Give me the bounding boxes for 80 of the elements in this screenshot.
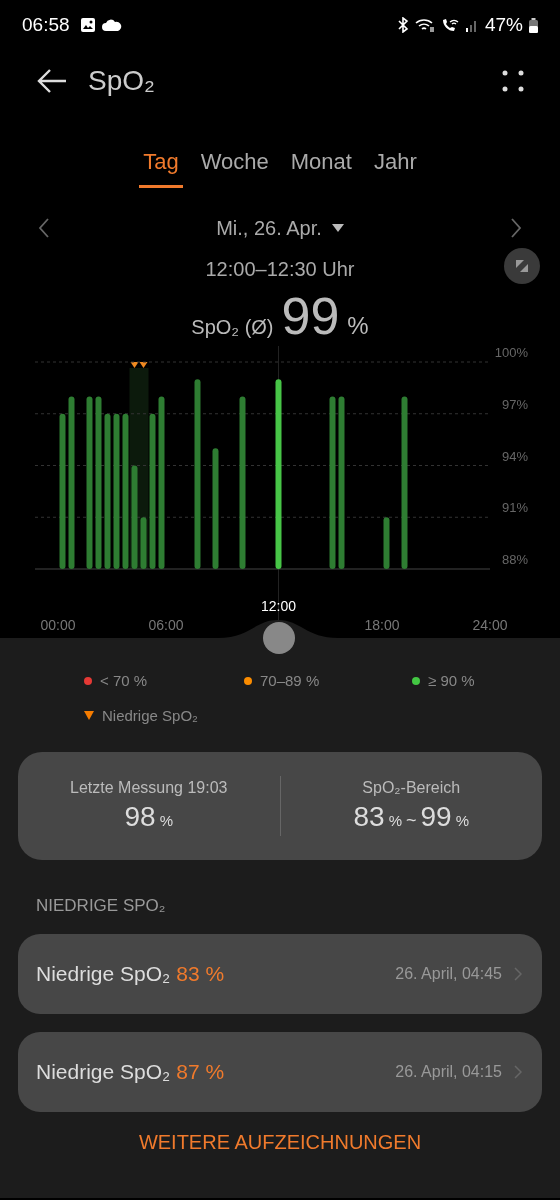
legend-label: Niedrige SpO₂ xyxy=(102,707,198,724)
summary-value: 83 xyxy=(353,801,385,833)
phone-icon xyxy=(440,17,459,33)
record-label: Niedrige SpO₂ xyxy=(36,1060,171,1084)
record-date: 26. April, 04:45 xyxy=(395,965,502,983)
spo2-bar[interactable] xyxy=(104,413,111,569)
legend-label: < 70 % xyxy=(100,672,148,689)
average-value: 99 xyxy=(281,286,340,346)
spo2-bar[interactable] xyxy=(158,396,165,569)
wifi-icon xyxy=(414,17,435,33)
summary-unit: % xyxy=(455,812,469,829)
spo2-bar[interactable] xyxy=(338,396,345,569)
period-tab[interactable]: Tag xyxy=(139,144,183,188)
spo2-bar[interactable] xyxy=(59,413,66,569)
spo2-bar[interactable] xyxy=(194,379,201,569)
more-records-button[interactable]: WEITERE AUFZEICHNUNGEN xyxy=(132,1130,428,1155)
previous-chevron-icon[interactable] xyxy=(38,218,50,238)
spo2-bar[interactable] xyxy=(113,413,120,569)
selected-time-label: 12:00 xyxy=(261,598,296,614)
record-value: 83 % xyxy=(176,962,225,986)
clock: 06:58 xyxy=(22,14,70,36)
more-icon[interactable] xyxy=(502,70,524,92)
y-axis-label: 88% xyxy=(501,552,528,567)
range-separator: ~ xyxy=(406,810,417,831)
x-axis-label: 00:00 xyxy=(40,617,76,633)
record-label: Niedrige SpO₂ xyxy=(36,962,171,986)
summary-unit: % xyxy=(159,812,173,829)
spo2-bar[interactable] xyxy=(95,396,102,569)
back-arrow-icon[interactable] xyxy=(36,68,68,94)
spo2-bar[interactable] xyxy=(329,396,336,569)
summary-value: 98 xyxy=(124,801,156,833)
legend-label: ≥ 90 % xyxy=(428,672,475,689)
summary-label: SpO₂-Bereich xyxy=(362,779,461,797)
time-range: 12:00–12:30 Uhr xyxy=(205,257,355,281)
legend-label: 70–89 % xyxy=(260,672,320,689)
battery-icon xyxy=(529,17,538,33)
spo2-bar[interactable] xyxy=(149,413,156,569)
y-axis-label: 97% xyxy=(501,396,528,412)
period-tab[interactable]: Jahr xyxy=(369,144,421,188)
spo2-bar[interactable] xyxy=(401,396,408,569)
record-value: 87 % xyxy=(176,1060,225,1084)
slider-handle[interactable] xyxy=(262,622,295,654)
signal-icon xyxy=(464,18,479,32)
x-axis-label: 06:00 xyxy=(148,617,184,633)
low-spo2-record[interactable]: Niedrige SpO₂ 83 % 26. April, 04:45 xyxy=(18,934,542,1014)
chevron-icon xyxy=(514,1065,522,1079)
spo2-bar[interactable] xyxy=(275,379,282,569)
spo2-bar[interactable] xyxy=(68,396,75,569)
record-date: 26. April, 04:15 xyxy=(395,1063,502,1081)
average-unit: % xyxy=(347,312,369,340)
average-label: SpO₂ (Ø) xyxy=(191,316,274,339)
period-tab[interactable]: Woche xyxy=(196,144,273,188)
screen-title: SpO₂ xyxy=(88,65,155,97)
spo2-bar[interactable] xyxy=(131,465,138,569)
chevron-icon xyxy=(514,967,522,981)
next-chevron-icon[interactable] xyxy=(510,218,522,238)
spo2-bar[interactable] xyxy=(122,413,129,569)
dropdown-caret-icon xyxy=(331,223,344,233)
y-axis-label: 100% xyxy=(494,346,528,360)
section-heading: NIEDRIGE SPO₂ xyxy=(36,896,167,916)
bluetooth-icon xyxy=(396,17,409,33)
y-axis-label: 91% xyxy=(501,500,528,516)
y-axis-label: 94% xyxy=(501,448,528,464)
spo2-bar[interactable] xyxy=(239,396,246,569)
battery-percentage: 47% xyxy=(484,14,523,36)
expand-icon[interactable] xyxy=(504,248,540,284)
spo2-bar[interactable] xyxy=(86,396,93,569)
summary-label: Letzte Messung 19:03 xyxy=(70,779,228,797)
spo2-bar[interactable] xyxy=(383,517,390,569)
x-axis-label: 24:00 xyxy=(472,617,508,633)
low-spo2-record[interactable]: Niedrige SpO₂ 87 % 26. April, 04:15 xyxy=(18,1032,542,1112)
period-tab[interactable]: Monat xyxy=(286,144,356,188)
spo2-bar[interactable] xyxy=(212,448,219,569)
x-axis-label: 18:00 xyxy=(364,617,400,633)
image-icon xyxy=(79,17,96,33)
summary-value: 99 xyxy=(420,801,452,833)
date-selector[interactable]: Mi., 26. Apr. xyxy=(210,215,350,241)
cloud-icon xyxy=(101,19,122,31)
summary-unit: % xyxy=(388,812,402,829)
spo2-bar[interactable] xyxy=(140,517,147,569)
